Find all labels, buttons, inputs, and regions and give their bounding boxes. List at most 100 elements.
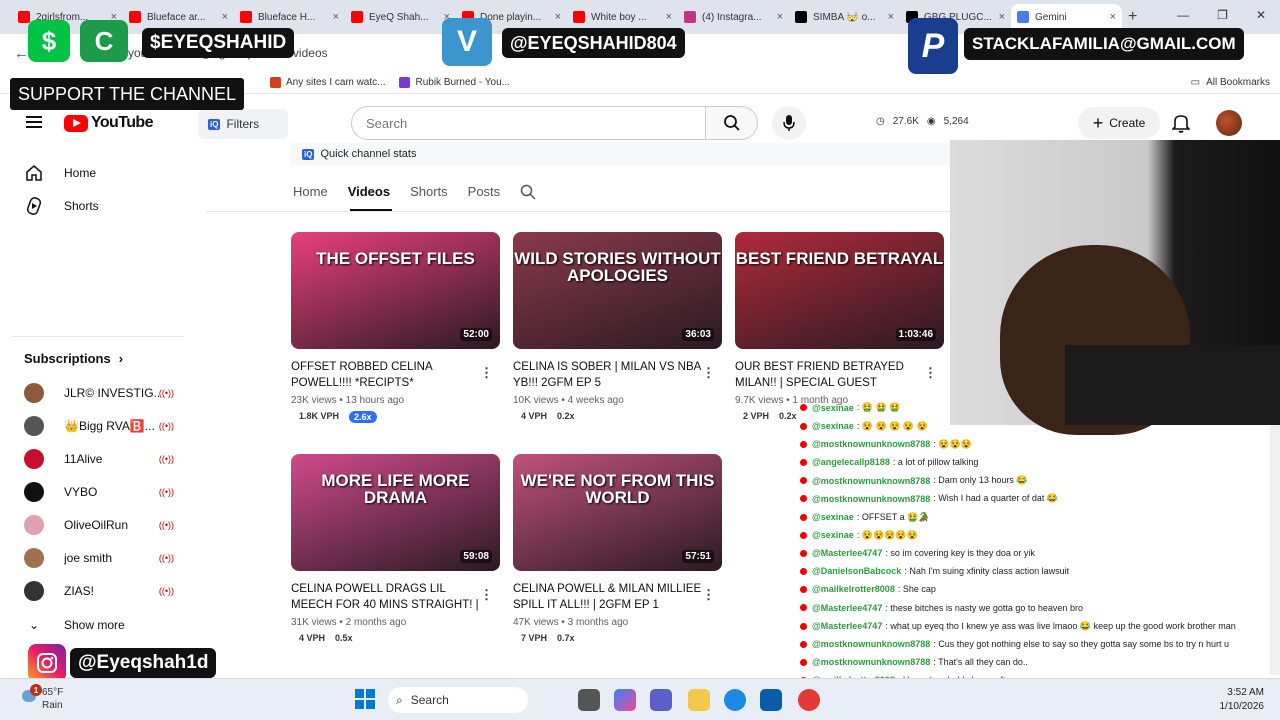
channel-name: ZIAS! (64, 584, 95, 598)
more-options-icon[interactable]: ⋮ (924, 365, 937, 381)
quick-channel-stats[interactable]: iQ Quick channel stats (290, 143, 950, 165)
video-thumbnail[interactable]: BEST FRIEND BETRAYAL 1:03:46 (735, 232, 944, 349)
vph-badge: 2 VPH (743, 411, 770, 421)
video-title[interactable]: CELINA POWELL DRAGS LIL MEECH FOR 40 MIN… (291, 581, 481, 613)
tab-shorts[interactable]: Shorts (410, 184, 448, 203)
folder-icon: ▭ (1190, 77, 1201, 88)
edge-icon[interactable] (724, 689, 746, 711)
store-icon[interactable] (760, 689, 782, 711)
close-tab-icon[interactable]: × (888, 11, 894, 23)
video-title[interactable]: OFFSET ROBBED CELINA POWELL!!!! *RECIPTS… (291, 359, 481, 391)
channel-search-icon[interactable] (520, 184, 536, 203)
tab-videos[interactable]: Videos (348, 184, 390, 203)
channel-stats: ◷ 27.6K ◉ 5,264 (876, 116, 969, 127)
browser-tab[interactable]: SIMBA 🤯 o... × (789, 4, 900, 30)
chat-scrollbar[interactable] (1270, 425, 1280, 675)
close-tab-icon[interactable]: × (1110, 11, 1116, 23)
sidebar-item-home[interactable]: Home (24, 164, 96, 182)
search-input[interactable]: Search (351, 106, 706, 140)
all-bookmarks[interactable]: ▭ All Bookmarks (1191, 77, 1270, 88)
video-card[interactable]: WE'RE NOT FROM THIS WORLD 57:51 CELINA POW… (513, 454, 723, 643)
sidebar-item-shorts[interactable]: Shorts (24, 197, 99, 215)
close-window-icon[interactable]: ✕ (1256, 8, 1266, 22)
browser-tab[interactable]: White boy ... × (567, 4, 678, 30)
video-card[interactable]: THE OFFSET FILES 52:00 OFFSET ROBBED CELIN… (291, 232, 501, 423)
subscription-item[interactable]: 11Alive ((•)) (24, 449, 174, 469)
subscription-item[interactable]: VYBO ((•)) (24, 482, 174, 502)
youtube-chat-icon (800, 531, 807, 539)
system-clock[interactable]: 3:52 AM 1/10/2026 (1220, 686, 1265, 714)
teams-icon[interactable] (650, 689, 672, 711)
video-card[interactable]: MORE LIFE MORE DRAMA 59:08 CELINA POWELL D… (291, 454, 501, 643)
copilot-icon[interactable] (614, 689, 636, 711)
browser-tab[interactable]: (4) Instagra... × (678, 4, 789, 30)
account-avatar[interactable] (1216, 110, 1242, 136)
close-tab-icon[interactable]: × (999, 11, 1005, 23)
close-tab-icon[interactable]: × (222, 11, 228, 23)
iq-icon: iQ (208, 118, 221, 130)
create-button[interactable]: + Create (1078, 107, 1160, 139)
chat-text: : 😵😵😵😵😵 (856, 529, 918, 540)
browser-tab[interactable]: Blueface H... × (234, 4, 345, 30)
search-button[interactable] (706, 106, 758, 140)
filters-button[interactable]: iQ Filters (198, 109, 288, 139)
iq-icon: iQ (302, 148, 315, 160)
youtube-chat-icon (800, 495, 807, 503)
chat-text: : 😵😵😵 (933, 438, 972, 449)
subscription-item[interactable]: JLR© INVESTIG... ((•)) (24, 383, 174, 403)
tab-posts[interactable]: Posts (468, 184, 501, 203)
subscriptions-header[interactable]: Subscriptions › (24, 351, 123, 366)
video-title[interactable]: OUR BEST FRIEND BETRAYED MILAN!! | SPECI… (735, 359, 925, 391)
youtube-logo[interactable]: YouTube (64, 114, 153, 132)
chat-message: @mostknownunknown8788: 😵😵😵 (800, 439, 972, 450)
browser-tab[interactable]: Gemini × (1011, 4, 1122, 30)
menu-icon[interactable] (26, 116, 42, 128)
vph-badge: 1.8K VPH (299, 411, 340, 421)
subscription-item[interactable]: OliveOilRun ((•)) (24, 515, 174, 535)
video-card[interactable]: WILD STORIES WITHOUT APOLOGIES 36:03 CELIN… (513, 232, 723, 421)
video-thumbnail[interactable]: WE'RE NOT FROM THIS WORLD 57:51 (513, 454, 722, 571)
tab-favicon-icon (795, 11, 807, 23)
file-explorer-icon[interactable] (688, 689, 710, 711)
voice-search-button[interactable] (772, 106, 806, 140)
chat-message: @mailkelrotter8008: She cap (800, 584, 936, 594)
task-view-icon[interactable] (578, 689, 600, 711)
video-title[interactable]: CELINA IS SOBER | MILAN VS NBA YB!!! 2GF… (513, 359, 703, 391)
video-meta: 47K views • 3 months ago (513, 617, 629, 628)
video-thumbnail[interactable]: WILD STORIES WITHOUT APOLOGIES 36:03 (513, 232, 722, 349)
start-icon[interactable] (355, 689, 375, 709)
youtube-chat-icon (800, 622, 807, 630)
video-title[interactable]: CELINA POWELL & MILAN MILLIEE SPILL IT A… (513, 581, 703, 613)
new-tab-button[interactable]: + (1128, 8, 1137, 26)
more-options-icon[interactable]: ⋮ (702, 587, 715, 603)
show-more-button[interactable]: ⌄ Show more (24, 618, 125, 632)
more-options-icon[interactable]: ⋮ (480, 365, 493, 381)
video-thumbnail[interactable]: MORE LIFE MORE DRAMA 59:08 (291, 454, 500, 571)
close-tab-icon[interactable]: × (777, 11, 783, 23)
video-card[interactable]: BEST FRIEND BETRAYAL 1:03:46 OUR BEST FRIE… (735, 232, 945, 421)
bookmark-item[interactable]: Rubik Burned - You... (399, 77, 510, 88)
taskbar-search[interactable]: ⌕ Search (388, 687, 528, 713)
subscription-item[interactable]: 👑Bigg RVA🅱️... ((•)) (24, 416, 174, 436)
browser-tab[interactable]: EyeQ Shah... × (345, 4, 456, 30)
chrome-icon[interactable] (798, 689, 820, 711)
bookmark-item[interactable]: Any sites I cam watc... (270, 77, 385, 88)
chat-text: : what up eyeq tho I knew ye ass was liv… (885, 620, 1236, 631)
minimize-icon[interactable]: — (1177, 8, 1189, 22)
notifications-button[interactable] (1171, 113, 1191, 138)
notification-badge: 1 (30, 684, 42, 696)
close-tab-icon[interactable]: × (333, 11, 339, 23)
video-thumbnail[interactable]: THE OFFSET FILES 52:00 (291, 232, 500, 349)
subscription-item[interactable]: joe smith ((•)) (24, 548, 174, 568)
close-tab-icon[interactable]: × (666, 11, 672, 23)
thumbnail-text: BEST FRIEND BETRAYAL (735, 249, 944, 268)
more-options-icon[interactable]: ⋮ (480, 587, 493, 603)
maximize-icon[interactable]: ❐ (1217, 8, 1228, 22)
sidebar-item-label: Home (64, 166, 97, 180)
browser-tab[interactable]: Blueface ar... × (123, 4, 234, 30)
weather-widget[interactable]: 65°F Rain (22, 686, 63, 712)
subscription-item[interactable]: ZIAS! ((•)) (24, 581, 174, 601)
close-tab-icon[interactable]: × (555, 11, 561, 23)
tab-home[interactable]: Home (293, 184, 328, 203)
more-options-icon[interactable]: ⋮ (702, 365, 715, 381)
